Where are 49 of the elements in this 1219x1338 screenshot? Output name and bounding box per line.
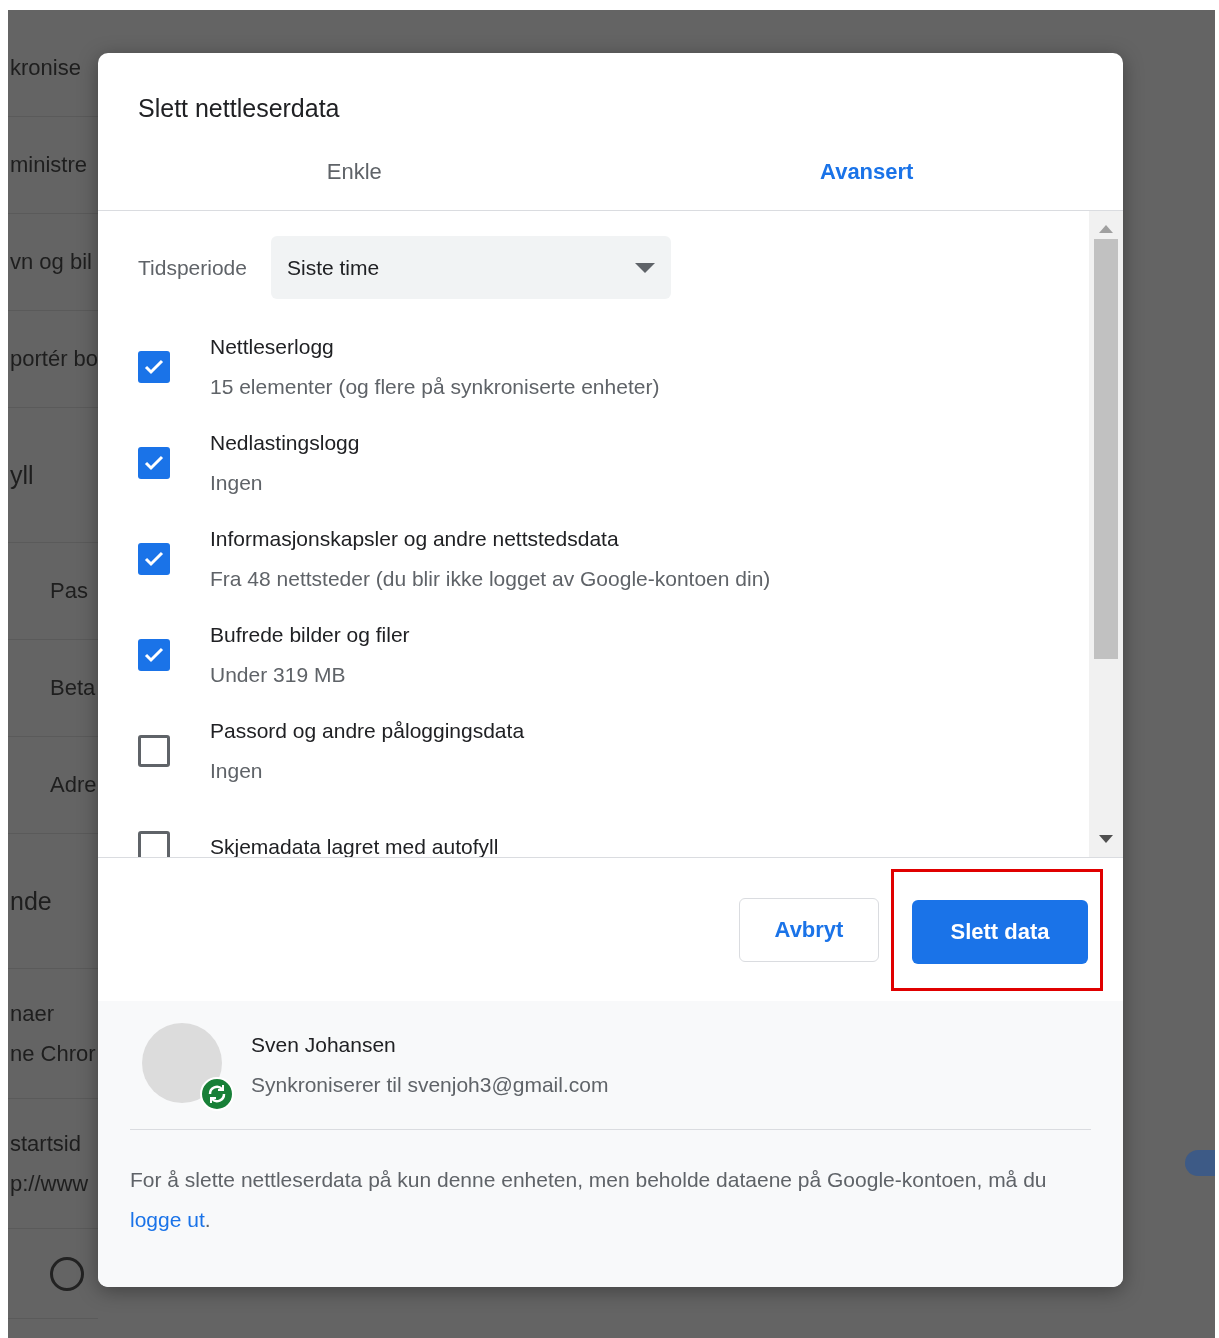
settings-label: p://www bbox=[10, 1169, 90, 1198]
settings-label: ne Chror bbox=[10, 1039, 97, 1068]
scroll-up-icon[interactable] bbox=[1099, 225, 1113, 233]
checkbox[interactable] bbox=[138, 447, 170, 479]
checkbox[interactable] bbox=[138, 831, 170, 857]
select-value: Siste time bbox=[286, 255, 380, 280]
settings-label: vn og bil bbox=[10, 248, 93, 276]
option-detail: Ingen bbox=[210, 758, 264, 784]
toggle-switch[interactable] bbox=[1185, 1150, 1215, 1176]
tab[interactable]: Enkle bbox=[98, 125, 611, 210]
settings-label: startsid bbox=[10, 1129, 82, 1158]
time-range-label: Tidsperiode bbox=[138, 255, 247, 280]
option-label: Bufrede bilder og filer bbox=[210, 622, 410, 648]
scrollbar-thumb[interactable] bbox=[1094, 239, 1118, 659]
dropdown-caret-icon bbox=[634, 262, 655, 273]
settings-label: Beta bbox=[50, 674, 97, 702]
checkbox[interactable] bbox=[138, 351, 170, 383]
settings-label: naer bbox=[10, 999, 56, 1028]
time-range-select[interactable]: Siste time bbox=[270, 236, 671, 299]
option-label: Nettleserlogg bbox=[210, 334, 335, 360]
checkbox[interactable] bbox=[138, 543, 170, 575]
settings-label: Adre bbox=[50, 771, 98, 799]
option-detail: Ingen bbox=[210, 470, 264, 496]
dialog-title: Slett nettleserdata bbox=[137, 93, 341, 124]
option-label: Passord og andre påloggingsdata bbox=[210, 718, 525, 744]
settings-label: portér bo bbox=[10, 345, 98, 373]
sign-out-link[interactable]: logge ut bbox=[130, 1208, 205, 1231]
settings-label: ministre bbox=[10, 151, 88, 179]
settings-label: kronise bbox=[10, 54, 82, 82]
option-detail: 15 elementer (og flere på synkroniserte enheter) bbox=[210, 374, 660, 400]
option-label: Nedlastingslogg bbox=[210, 430, 360, 456]
settings-label: yll bbox=[10, 460, 35, 491]
scroll-down-icon[interactable] bbox=[1099, 835, 1113, 843]
option-detail: Under 319 MB bbox=[210, 662, 347, 688]
delete-data-button[interactable]: Slett data bbox=[912, 899, 1088, 964]
settings-label: Pas bbox=[50, 577, 89, 605]
sync-badge-icon bbox=[200, 1077, 234, 1111]
sync-status: Synkroniserer til svenjoh3@gmail.com bbox=[251, 1072, 609, 1098]
settings-label: nde bbox=[10, 886, 53, 917]
account-name: Sven Johansen bbox=[251, 1032, 397, 1058]
sign-out-note: For å slette nettleserdata på kun denne enheten, men beholde dataene på Google-kontoen, må du logge ut. bbox=[130, 1167, 1048, 1233]
radio-button[interactable] bbox=[50, 1256, 84, 1291]
cancel-button[interactable]: Avbryt bbox=[739, 897, 879, 962]
tab[interactable]: Avansert bbox=[610, 125, 1123, 210]
scrollbar[interactable] bbox=[1089, 211, 1123, 857]
checkbox[interactable] bbox=[138, 639, 170, 671]
option-label: Informasjonskapsler og andre nettstedsdata bbox=[210, 526, 620, 552]
option-detail: Fra 48 nettsteder (du blir ikke logget av Google-kontoen din) bbox=[210, 566, 771, 592]
checkbox[interactable] bbox=[138, 735, 170, 767]
